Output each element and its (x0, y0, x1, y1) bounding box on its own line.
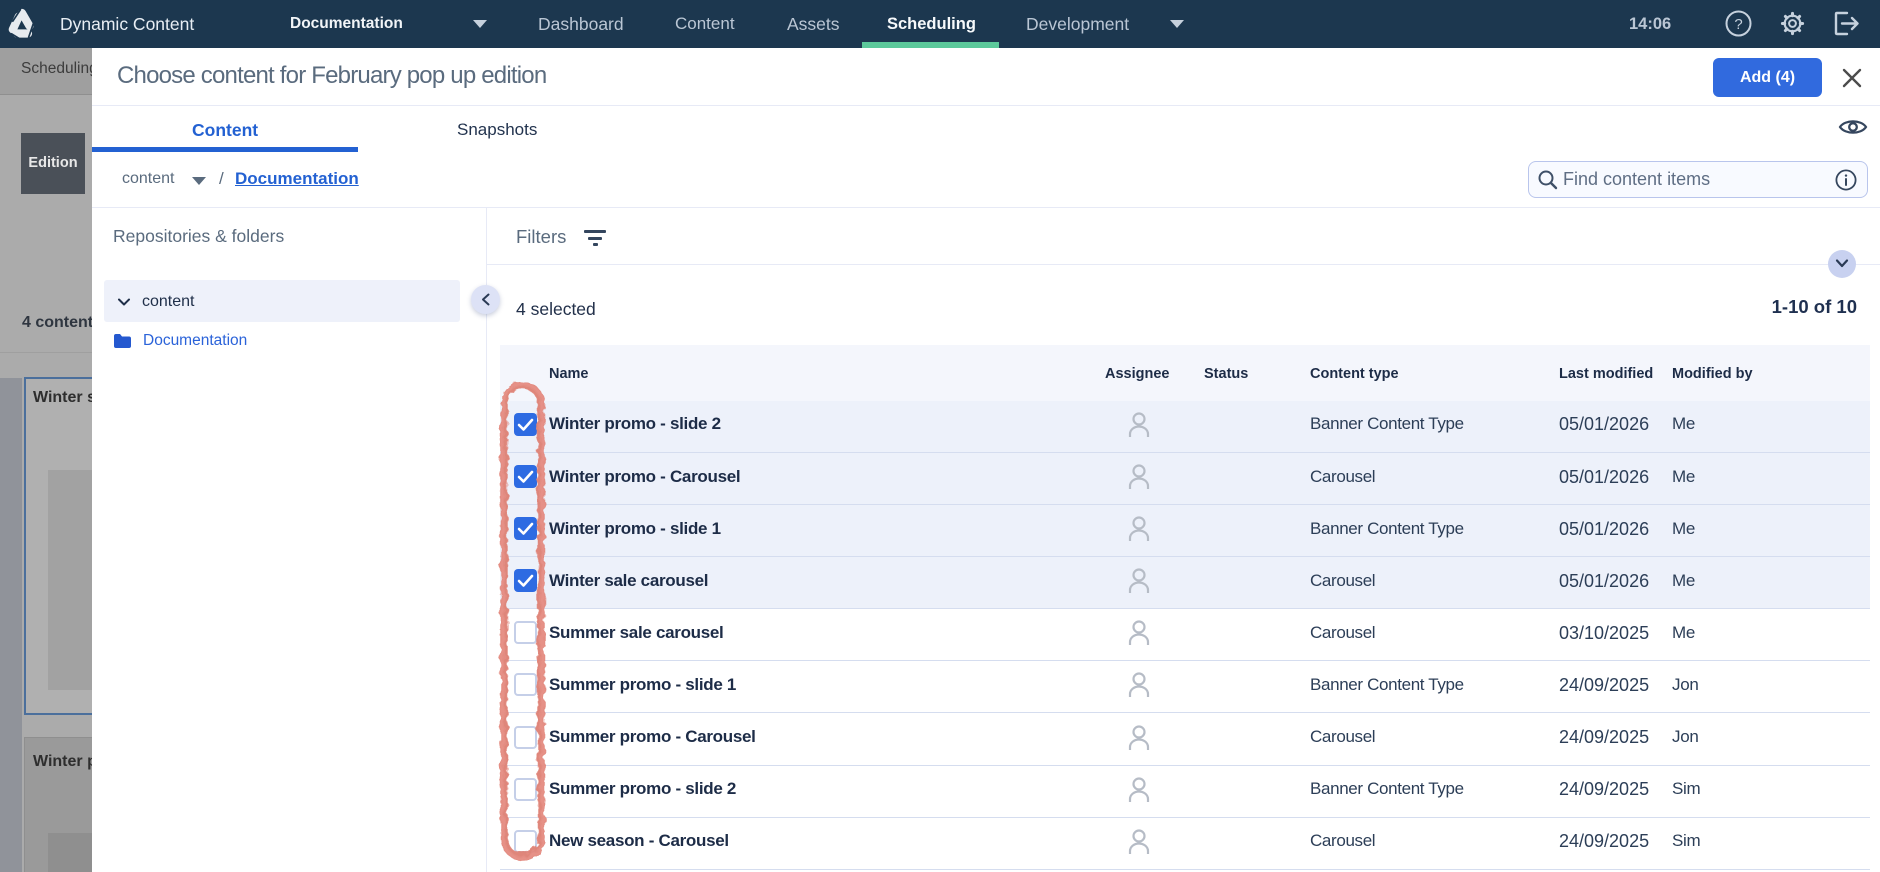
svg-text:?: ? (1734, 16, 1742, 33)
